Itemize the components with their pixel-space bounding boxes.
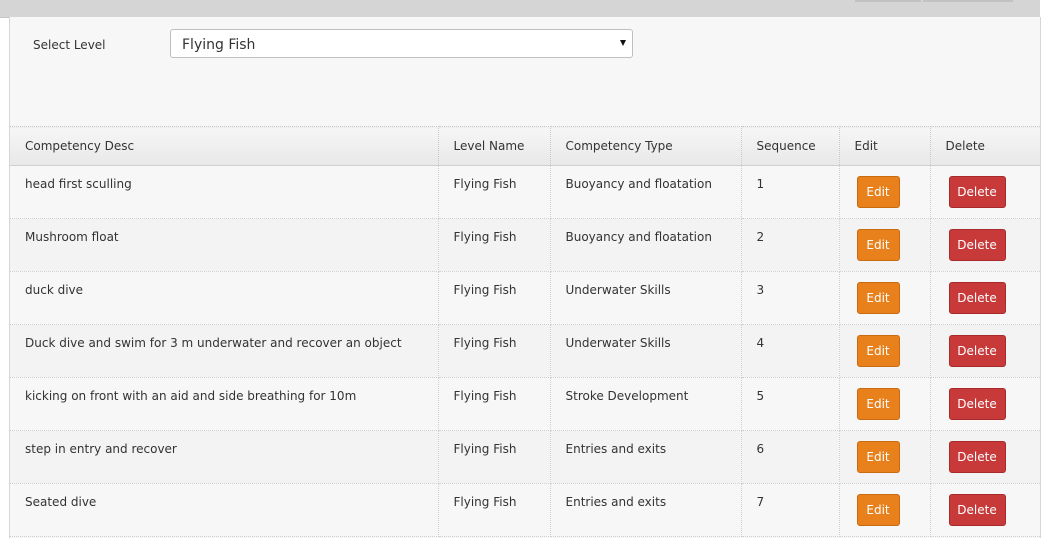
- edit-button[interactable]: Edit: [856, 176, 900, 208]
- cell-sequence: 2: [741, 218, 840, 272]
- delete-button[interactable]: Delete: [948, 282, 1006, 314]
- select-level-label: Select Level: [33, 38, 106, 52]
- cell-delete: Delete: [930, 430, 1040, 484]
- cell-level-name: Flying Fish: [438, 324, 551, 378]
- top-bar: [0, 0, 1040, 18]
- level-select[interactable]: Flying Fish: [170, 29, 633, 58]
- delete-button[interactable]: Delete: [948, 494, 1006, 526]
- cell-level-name: Flying Fish: [438, 430, 551, 484]
- cell-sequence: 6: [741, 430, 840, 484]
- level-filter: Select Level Flying Fish: [10, 17, 1040, 125]
- cell-competency-type: Stroke Development: [550, 377, 742, 431]
- cell-competency-desc: kicking on front with an aid and side br…: [10, 377, 439, 431]
- cell-edit: Edit: [839, 218, 931, 272]
- edit-button[interactable]: Edit: [856, 441, 900, 473]
- page: Select Level Flying Fish Competency Desc…: [0, 0, 1064, 538]
- header-level-name[interactable]: Level Name: [438, 126, 551, 166]
- delete-button[interactable]: Delete: [948, 229, 1006, 261]
- cell-competency-desc: duck dive: [10, 271, 439, 325]
- cell-competency-type: Entries and exits: [550, 430, 742, 484]
- table-row: kicking on front with an aid and side br…: [10, 377, 1040, 431]
- edit-button[interactable]: Edit: [856, 388, 900, 420]
- table-row: head first sculling Flying Fish Buoyancy a…: [10, 165, 1040, 219]
- table-row: Seated dive Flying Fish Entries and exits 7…: [10, 483, 1040, 537]
- cell-competency-type: Underwater Skills: [550, 324, 742, 378]
- table-row: Mushroom float Flying Fish Buoyancy and fl…: [10, 218, 1040, 272]
- table-header-row: Competency Desc Level Name Competency Ty…: [10, 126, 1040, 166]
- cell-delete: Delete: [930, 271, 1040, 325]
- cell-competency-type: Entries and exits: [550, 483, 742, 537]
- table-row: duck dive Flying Fish Underwater Skills 3 Ed…: [10, 271, 1040, 325]
- competency-panel: Select Level Flying Fish Competency Desc…: [9, 17, 1041, 538]
- cell-delete: Delete: [930, 165, 1040, 219]
- caret-down-icon: [620, 40, 626, 46]
- cell-level-name: Flying Fish: [438, 483, 551, 537]
- edit-button[interactable]: Edit: [856, 282, 900, 314]
- delete-button[interactable]: Delete: [948, 335, 1006, 367]
- delete-button[interactable]: Delete: [948, 388, 1006, 420]
- cell-competency-desc: Mushroom float: [10, 218, 439, 272]
- header-delete: Delete: [930, 126, 1040, 166]
- cell-delete: Delete: [930, 218, 1040, 272]
- delete-button[interactable]: Delete: [948, 441, 1006, 473]
- cell-edit: Edit: [839, 483, 931, 537]
- competency-table: Competency Desc Level Name Competency Ty…: [10, 126, 1040, 537]
- edit-button[interactable]: Edit: [856, 229, 900, 261]
- cell-competency-desc: Seated dive: [10, 483, 439, 537]
- cell-competency-type: Buoyancy and floatation: [550, 165, 742, 219]
- cell-competency-type: Underwater Skills: [550, 271, 742, 325]
- cell-delete: Delete: [930, 377, 1040, 431]
- cell-edit: Edit: [839, 377, 931, 431]
- cell-level-name: Flying Fish: [438, 218, 551, 272]
- cell-sequence: 7: [741, 483, 840, 537]
- delete-button[interactable]: Delete: [948, 176, 1006, 208]
- top-bar-tab[interactable]: [855, 0, 921, 2]
- table-body: head first sculling Flying Fish Buoyancy a…: [10, 165, 1040, 537]
- edit-button[interactable]: Edit: [856, 335, 900, 367]
- level-select-value: Flying Fish: [182, 37, 256, 53]
- cell-level-name: Flying Fish: [438, 271, 551, 325]
- table-row: step in entry and recover Flying Fish Entr…: [10, 430, 1040, 484]
- cell-sequence: 3: [741, 271, 840, 325]
- cell-edit: Edit: [839, 430, 931, 484]
- cell-level-name: Flying Fish: [438, 165, 551, 219]
- cell-competency-desc: head first sculling: [10, 165, 439, 219]
- top-bar-tab[interactable]: [923, 0, 1013, 2]
- edit-button[interactable]: Edit: [856, 494, 900, 526]
- cell-sequence: 4: [741, 324, 840, 378]
- cell-competency-desc: step in entry and recover: [10, 430, 439, 484]
- cell-edit: Edit: [839, 271, 931, 325]
- header-competency-type[interactable]: Competency Type: [550, 126, 742, 166]
- cell-edit: Edit: [839, 324, 931, 378]
- cell-delete: Delete: [930, 324, 1040, 378]
- cell-competency-type: Buoyancy and floatation: [550, 218, 742, 272]
- header-sequence[interactable]: Sequence: [741, 126, 840, 166]
- cell-sequence: 1: [741, 165, 840, 219]
- cell-competency-desc: Duck dive and swim for 3 m underwater an…: [10, 324, 439, 378]
- cell-edit: Edit: [839, 165, 931, 219]
- header-edit: Edit: [839, 126, 931, 166]
- table-row: Duck dive and swim for 3 m underwater an…: [10, 324, 1040, 378]
- cell-delete: Delete: [930, 483, 1040, 537]
- cell-level-name: Flying Fish: [438, 377, 551, 431]
- header-competency-desc[interactable]: Competency Desc: [10, 126, 439, 166]
- cell-sequence: 5: [741, 377, 840, 431]
